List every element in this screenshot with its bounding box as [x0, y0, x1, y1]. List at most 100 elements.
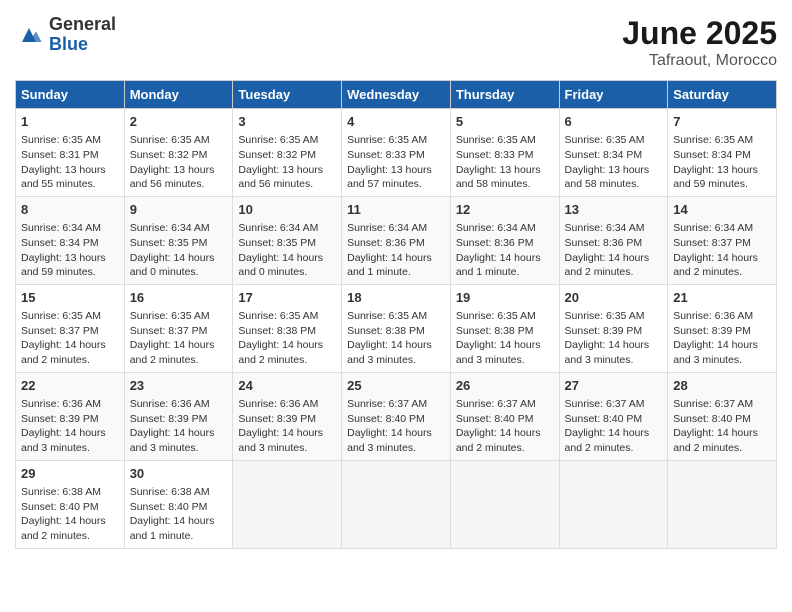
calendar-body: 1Sunrise: 6:35 AMSunset: 8:31 PMDaylight… — [16, 109, 777, 549]
day-info: Sunrise: 6:34 AMSunset: 8:37 PMDaylight:… — [673, 221, 771, 280]
calendar-cell: 1Sunrise: 6:35 AMSunset: 8:31 PMDaylight… — [16, 109, 125, 197]
calendar-cell: 7Sunrise: 6:35 AMSunset: 8:34 PMDaylight… — [668, 109, 777, 197]
calendar-cell: 3Sunrise: 6:35 AMSunset: 8:32 PMDaylight… — [233, 109, 342, 197]
calendar-cell — [342, 460, 451, 548]
day-info: Sunrise: 6:35 AMSunset: 8:33 PMDaylight:… — [456, 133, 554, 192]
day-info: Sunrise: 6:35 AMSunset: 8:31 PMDaylight:… — [21, 133, 119, 192]
day-info: Sunrise: 6:34 AMSunset: 8:34 PMDaylight:… — [21, 221, 119, 280]
calendar-cell: 16 Sunrise: 6:35 AMSunset: 8:37 PMDayligh… — [124, 284, 233, 372]
calendar-cell: 9 Sunrise: 6:34 AMSunset: 8:35 PMDaylight… — [124, 196, 233, 284]
day-info: Sunrise: 6:34 AMSunset: 8:36 PMDaylight:… — [347, 221, 445, 280]
day-number: 21 — [673, 289, 771, 307]
day-info: Sunrise: 6:35 AMSunset: 8:37 PMDaylight:… — [130, 309, 228, 368]
calendar-cell: 29Sunrise: 6:38 AMSunset: 8:40 PMDayligh… — [16, 460, 125, 548]
calendar-cell: 30Sunrise: 6:38 AMSunset: 8:40 PMDayligh… — [124, 460, 233, 548]
day-number: 13 — [565, 201, 663, 219]
calendar-cell: 18Sunrise: 6:35 AMSunset: 8:38 PMDayligh… — [342, 284, 451, 372]
day-number: 12 — [456, 201, 554, 219]
calendar-cell — [668, 460, 777, 548]
location-title: Tafraout, Morocco — [622, 52, 777, 70]
calendar-cell: 23 Sunrise: 6:36 AMSunset: 8:39 PMDayligh… — [124, 372, 233, 460]
calendar-week-4: 22 Sunrise: 6:36 AMSunset: 8:39 PMDayligh… — [16, 372, 777, 460]
day-info: Sunrise: 6:34 AMSunset: 8:36 PMDaylight:… — [565, 221, 663, 280]
day-number: 6 — [565, 113, 663, 131]
calendar-cell: 4Sunrise: 6:35 AMSunset: 8:33 PMDaylight… — [342, 109, 451, 197]
day-number: 22 — [21, 377, 119, 395]
calendar-cell: 12 Sunrise: 6:34 AMSunset: 8:36 PMDayligh… — [450, 196, 559, 284]
calendar-cell: 14 Sunrise: 6:34 AMSunset: 8:37 PMDayligh… — [668, 196, 777, 284]
calendar-cell: 13 Sunrise: 6:34 AMSunset: 8:36 PMDayligh… — [559, 196, 668, 284]
day-info: Sunrise: 6:34 AMSunset: 8:36 PMDaylight:… — [456, 221, 554, 280]
day-number: 2 — [130, 113, 228, 131]
calendar-cell — [559, 460, 668, 548]
calendar-cell: 2 Sunrise: 6:35 AMSunset: 8:32 PMDaylight… — [124, 109, 233, 197]
day-number: 3 — [238, 113, 336, 131]
calendar-cell: 25Sunrise: 6:37 AMSunset: 8:40 PMDayligh… — [342, 372, 451, 460]
day-number: 24 — [238, 377, 336, 395]
day-info: Sunrise: 6:36 AMSunset: 8:39 PMDaylight:… — [21, 397, 119, 456]
day-info: Sunrise: 6:36 AMSunset: 8:39 PMDaylight:… — [130, 397, 228, 456]
day-number: 9 — [130, 201, 228, 219]
calendar-cell: 5 Sunrise: 6:35 AMSunset: 8:33 PMDaylight… — [450, 109, 559, 197]
day-number: 28 — [673, 377, 771, 395]
day-number: 8 — [21, 201, 119, 219]
calendar-cell: 15 Sunrise: 6:35 AMSunset: 8:37 PMDayligh… — [16, 284, 125, 372]
day-info: Sunrise: 6:38 AMSunset: 8:40 PMDaylight:… — [130, 485, 228, 544]
day-number: 26 — [456, 377, 554, 395]
day-number: 14 — [673, 201, 771, 219]
calendar-cell — [233, 460, 342, 548]
day-info: Sunrise: 6:37 AMSunset: 8:40 PMDaylight:… — [565, 397, 663, 456]
day-info: Sunrise: 6:35 AMSunset: 8:34 PMDaylight:… — [565, 133, 663, 192]
day-info: Sunrise: 6:35 AMSunset: 8:38 PMDaylight:… — [347, 309, 445, 368]
calendar-cell: 8 Sunrise: 6:34 AMSunset: 8:34 PMDaylight… — [16, 196, 125, 284]
day-number: 29 — [21, 465, 119, 483]
calendar-cell — [450, 460, 559, 548]
calendar-cell: 6 Sunrise: 6:35 AMSunset: 8:34 PMDaylight… — [559, 109, 668, 197]
col-friday: Friday — [559, 81, 668, 109]
day-number: 5 — [456, 113, 554, 131]
day-info: Sunrise: 6:36 AMSunset: 8:39 PMDaylight:… — [238, 397, 336, 456]
calendar-week-5: 29 Sunrise: 6:38 AMSunset: 8:40 PMDayligh… — [16, 460, 777, 548]
col-saturday: Saturday — [668, 81, 777, 109]
day-number: 11 — [347, 201, 445, 219]
day-info: Sunrise: 6:35 AMSunset: 8:37 PMDaylight:… — [21, 309, 119, 368]
day-number: 19 — [456, 289, 554, 307]
day-info: Sunrise: 6:34 AMSunset: 8:35 PMDaylight:… — [130, 221, 228, 280]
header-row: Sunday Monday Tuesday Wednesday Thursday… — [16, 81, 777, 109]
day-info: Sunrise: 6:35 AMSunset: 8:38 PMDaylight:… — [456, 309, 554, 368]
day-number: 4 — [347, 113, 445, 131]
day-number: 25 — [347, 377, 445, 395]
calendar-table: Sunday Monday Tuesday Wednesday Thursday… — [15, 80, 777, 549]
day-info: Sunrise: 6:35 AMSunset: 8:38 PMDaylight:… — [238, 309, 336, 368]
col-sunday: Sunday — [16, 81, 125, 109]
day-info: Sunrise: 6:37 AMSunset: 8:40 PMDaylight:… — [456, 397, 554, 456]
logo-blue-text: Blue — [49, 35, 116, 55]
calendar-cell: 10 Sunrise: 6:34 AMSunset: 8:35 PMDayligh… — [233, 196, 342, 284]
calendar-week-1: 1Sunrise: 6:35 AMSunset: 8:31 PMDaylight… — [16, 109, 777, 197]
logo: General Blue — [15, 15, 116, 55]
day-info: Sunrise: 6:35 AMSunset: 8:39 PMDaylight:… — [565, 309, 663, 368]
calendar-cell: 21 Sunrise: 6:36 AMSunset: 8:39 PMDayligh… — [668, 284, 777, 372]
col-monday: Monday — [124, 81, 233, 109]
day-number: 17 — [238, 289, 336, 307]
day-number: 10 — [238, 201, 336, 219]
col-tuesday: Tuesday — [233, 81, 342, 109]
day-number: 23 — [130, 377, 228, 395]
calendar-cell: 17 Sunrise: 6:35 AMSunset: 8:38 PMDayligh… — [233, 284, 342, 372]
calendar-cell: 22 Sunrise: 6:36 AMSunset: 8:39 PMDayligh… — [16, 372, 125, 460]
calendar-week-3: 15 Sunrise: 6:35 AMSunset: 8:37 PMDayligh… — [16, 284, 777, 372]
page-header: General Blue June 2025 Tafraout, Morocco — [15, 15, 777, 70]
day-number: 20 — [565, 289, 663, 307]
day-info: Sunrise: 6:36 AMSunset: 8:39 PMDaylight:… — [673, 309, 771, 368]
title-block: June 2025 Tafraout, Morocco — [622, 15, 777, 70]
logo-general-text: General — [49, 15, 116, 35]
day-number: 15 — [21, 289, 119, 307]
day-number: 16 — [130, 289, 228, 307]
month-title: June 2025 — [622, 15, 777, 52]
col-thursday: Thursday — [450, 81, 559, 109]
day-info: Sunrise: 6:35 AMSunset: 8:32 PMDaylight:… — [130, 133, 228, 192]
calendar-cell: 19 Sunrise: 6:35 AMSunset: 8:38 PMDayligh… — [450, 284, 559, 372]
calendar-cell: 24 Sunrise: 6:36 AMSunset: 8:39 PMDayligh… — [233, 372, 342, 460]
col-wednesday: Wednesday — [342, 81, 451, 109]
day-info: Sunrise: 6:34 AMSunset: 8:35 PMDaylight:… — [238, 221, 336, 280]
